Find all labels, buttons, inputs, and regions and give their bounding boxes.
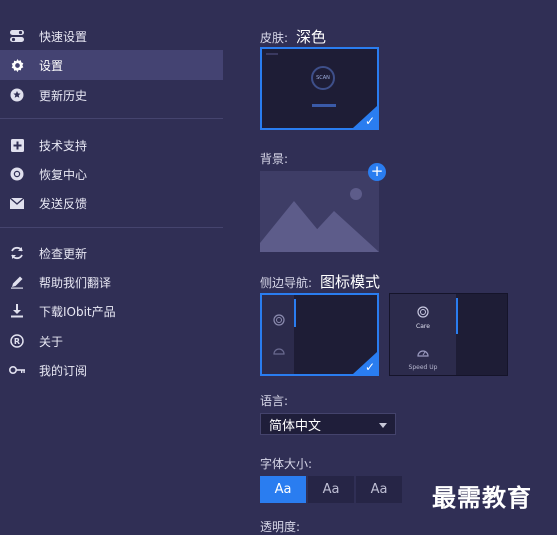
sidenav-text-mode-tile[interactable]: Care Speed Up [389, 293, 508, 376]
speed-up-icon [417, 350, 429, 357]
background-tile[interactable] [260, 171, 379, 252]
skin-label-row: 皮肤: 深色 [260, 26, 326, 47]
skin-scan-text: SCAN [316, 75, 330, 81]
transparency-label: 透明度: [260, 520, 301, 534]
lifebuoy-icon [9, 166, 25, 182]
sidebar-item-label: 技术支持 [39, 138, 88, 153]
sidebar-item-tech-support[interactable]: 技术支持 [0, 130, 223, 160]
key-icon [9, 362, 25, 378]
sidebar-item-label: 设置 [39, 58, 64, 73]
language-label: 语言: [260, 394, 289, 408]
download-icon [9, 303, 25, 319]
sidebar-item-download-iobit[interactable]: 下载IObit产品 [0, 296, 223, 326]
sidebar-divider [0, 227, 223, 228]
sidebar-item-label: 关于 [39, 334, 64, 349]
sidenav-value: 图标模式 [320, 273, 381, 291]
toggle-icon [9, 28, 25, 44]
sidenav-preview-bar [262, 295, 294, 374]
image-placeholder-icon [260, 188, 379, 252]
sidebar-item-label: 更新历史 [39, 88, 88, 103]
background-label: 背景: [260, 152, 289, 166]
sidenav-preview-indicator [456, 298, 458, 334]
sidebar-item-label: 帮助我们翻译 [39, 275, 112, 290]
sidebar-item-label: 恢复中心 [39, 167, 88, 182]
sidebar-item-check-update[interactable]: 检查更新 [0, 238, 223, 268]
care-icon [273, 314, 285, 326]
skin-dark-tile[interactable]: SCAN ✓ [260, 47, 379, 130]
sidebar-item-update-history[interactable]: 更新历史 [0, 80, 223, 110]
sidebar-item-label: 快速设置 [39, 29, 88, 44]
care-icon [417, 306, 429, 318]
sidebar-item-help-translate[interactable]: 帮助我们翻译 [0, 267, 223, 297]
star-icon [9, 87, 25, 103]
language-select[interactable]: 简体中文 [260, 413, 396, 435]
sidebar-item-quick-settings[interactable]: 快速设置 [0, 21, 223, 51]
care-label: Care [416, 323, 430, 330]
check-icon: ✓ [364, 360, 375, 374]
skin-label: 皮肤: [260, 31, 289, 45]
sidebar-divider [0, 118, 223, 119]
font-size-label: 字体大小: [260, 457, 313, 471]
font-size-large-button[interactable]: Aa [356, 476, 402, 503]
skin-value: 深色 [296, 28, 327, 46]
sidebar-item-rescue-center[interactable]: 恢复中心 [0, 159, 223, 189]
font-size-small-button[interactable]: Aa [260, 476, 306, 503]
plus-box-icon [9, 137, 25, 153]
sidenav-label: 侧边导航: [260, 276, 313, 290]
sidebar-item-label: 下载IObit产品 [39, 304, 116, 319]
sidebar-item-label: 我的订阅 [39, 363, 88, 378]
language-value: 简体中文 [269, 418, 322, 434]
pencil-icon [9, 274, 25, 290]
speed-up-icon [273, 348, 285, 355]
svg-text:R: R [14, 337, 20, 346]
refresh-icon [9, 245, 25, 261]
skin-scan-circle: SCAN [311, 66, 335, 90]
gear-icon [9, 57, 25, 73]
mail-icon [9, 195, 25, 211]
add-background-button[interactable]: + [368, 163, 386, 181]
sidebar-item-label: 检查更新 [39, 246, 88, 261]
settings-panel: 皮肤: 深色 SCAN ✓ 背景: + 侧边导航: 图标模式 ✓ Care Sp… [260, 0, 557, 534]
sidebar-item-about[interactable]: R 关于 [0, 326, 223, 356]
skin-preview-bar [266, 53, 278, 55]
sidebar-item-label: 发送反馈 [39, 196, 88, 211]
sidebar: 快速设置 设置 更新历史 技术支持 恢复中心 发送反馈 检查更新 帮助我们翻译 … [0, 0, 232, 529]
sidebar-item-subscription[interactable]: 我的订阅 [0, 355, 223, 385]
plus-icon: + [370, 162, 384, 180]
chevron-down-icon [379, 423, 387, 428]
registered-icon: R [9, 333, 25, 349]
skin-preview-progress [312, 104, 336, 107]
font-size-medium-button[interactable]: Aa [308, 476, 354, 503]
sidenav-preview-indicator [294, 299, 296, 327]
sidebar-item-settings[interactable]: 设置 [0, 50, 223, 80]
sidenav-icon-mode-tile[interactable]: ✓ [260, 293, 379, 376]
sidenav-label-row: 侧边导航: 图标模式 [260, 271, 380, 292]
speed-up-label: Speed Up [408, 364, 438, 371]
check-icon: ✓ [364, 114, 375, 128]
watermark-text: 最需教育 [432, 483, 532, 512]
sidebar-item-feedback[interactable]: 发送反馈 [0, 188, 223, 218]
